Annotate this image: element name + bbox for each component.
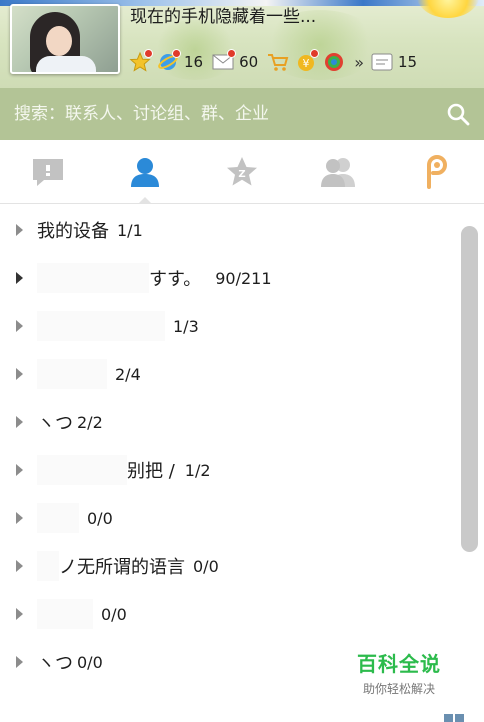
watermark-subtitle: 助你轻松解决 <box>362 682 435 696</box>
expand-arrow-icon <box>16 368 23 380</box>
list-item[interactable]: 0/0 <box>0 590 458 638</box>
group-count: 0/0 <box>193 556 219 576</box>
sun-decoration <box>416 0 480 18</box>
cart-icon[interactable] <box>266 50 290 74</box>
tab-contacts[interactable] <box>97 140 194 204</box>
main-tabs: Z <box>0 140 484 204</box>
contact-group-list: 我的设备 1/1 すす。 90/211 1/3 2/4 ヽつ 2/2 别把 / … <box>0 206 458 712</box>
group-count: 0/0 <box>77 652 103 672</box>
watermark: 百科全说 助你轻松解决 <box>336 640 462 700</box>
group-name: 我的设备 <box>37 221 109 242</box>
tab-groups[interactable] <box>290 140 387 203</box>
qzone-count: 16 <box>184 53 204 71</box>
message-icon <box>33 158 64 186</box>
search-input[interactable] <box>0 88 432 140</box>
more-icons-button[interactable]: » <box>354 53 364 72</box>
qzone-icon[interactable] <box>156 49 181 74</box>
contacts-icon <box>131 157 160 187</box>
group-name: ノ无所谓的语言 <box>59 557 185 578</box>
wallet-icon[interactable]: ¥ <box>294 49 320 74</box>
search-button[interactable] <box>432 88 484 140</box>
list-item[interactable]: 0/0 <box>0 494 458 542</box>
message-box-icon[interactable] <box>370 50 394 74</box>
personal-signature[interactable]: 现在的手机隐藏着一些... <box>130 2 316 27</box>
list-scrollbar[interactable] <box>458 206 484 712</box>
list-item[interactable]: すす。 90/211 <box>0 254 458 302</box>
expand-arrow-icon <box>16 560 23 572</box>
scrollbar-thumb[interactable] <box>461 226 478 552</box>
redacted-region <box>37 263 149 293</box>
status-icon-row: 16 60 ¥ » 15 <box>128 48 425 76</box>
expand-arrow-icon <box>16 320 23 332</box>
tab-qzone[interactable] <box>387 140 484 203</box>
list-item[interactable]: 别把 / 1/2 <box>0 446 458 494</box>
mail-icon[interactable] <box>211 49 237 74</box>
profile-header: 现在的手机隐藏着一些... 16 60 ¥ » 15 <box>0 0 484 88</box>
group-count: 2/4 <box>115 364 141 384</box>
group-count: 0/0 <box>87 508 113 528</box>
redacted-region <box>37 599 93 629</box>
list-item[interactable]: 我的设备 1/1 <box>0 206 458 254</box>
redacted-region <box>37 455 127 485</box>
redacted-region <box>37 311 165 341</box>
group-count: 2/2 <box>77 412 103 432</box>
qzone-p-icon <box>426 154 447 189</box>
list-item[interactable]: 2/4 <box>0 350 458 398</box>
notification-dot <box>144 49 153 58</box>
redacted-region <box>37 503 79 533</box>
svg-text:¥: ¥ <box>303 57 310 70</box>
list-item[interactable]: ノ无所谓的语言 0/0 <box>0 542 458 590</box>
tab-favorites[interactable]: Z <box>194 140 291 203</box>
list-item[interactable]: 1/3 <box>0 302 458 350</box>
list-item[interactable]: ヽつ 2/2 <box>0 398 458 446</box>
expand-arrow-icon <box>16 608 23 620</box>
redacted-region <box>37 359 107 389</box>
redacted-region <box>37 551 59 581</box>
search-bar <box>0 88 484 140</box>
watermark-title: 百科全说 <box>357 652 441 676</box>
group-count: 1/1 <box>117 220 143 240</box>
tab-messages[interactable] <box>0 140 97 203</box>
group-count: 90/211 <box>215 268 272 288</box>
star-icon[interactable] <box>128 49 153 74</box>
expand-arrow-icon <box>16 416 23 428</box>
avatar[interactable] <box>10 4 120 74</box>
group-name: ヽつ <box>37 653 73 674</box>
group-name: すす。 <box>149 269 202 290</box>
svg-text:Z: Z <box>238 169 245 180</box>
expand-arrow-icon <box>16 272 23 284</box>
group-name: 别把 / <box>127 461 175 482</box>
message-box-count: 15 <box>397 53 418 71</box>
groups-icon <box>320 157 355 187</box>
group-count: 1/3 <box>173 316 199 336</box>
expand-arrow-icon <box>16 512 23 524</box>
expand-arrow-icon <box>16 656 23 668</box>
group-name: ヽつ <box>37 413 73 434</box>
apps-icon[interactable] <box>322 50 346 74</box>
notification-dot <box>310 49 320 58</box>
favorites-icon: Z <box>226 156 257 185</box>
group-count: 0/0 <box>101 604 127 624</box>
expand-arrow-icon <box>16 464 23 476</box>
search-icon <box>447 103 470 126</box>
notification-dot <box>172 49 181 58</box>
grid-icon[interactable] <box>444 712 466 722</box>
expand-arrow-icon <box>16 224 23 236</box>
group-count: 1/2 <box>184 460 211 480</box>
notification-dot <box>227 49 237 58</box>
mail-count: 60 <box>239 53 259 71</box>
